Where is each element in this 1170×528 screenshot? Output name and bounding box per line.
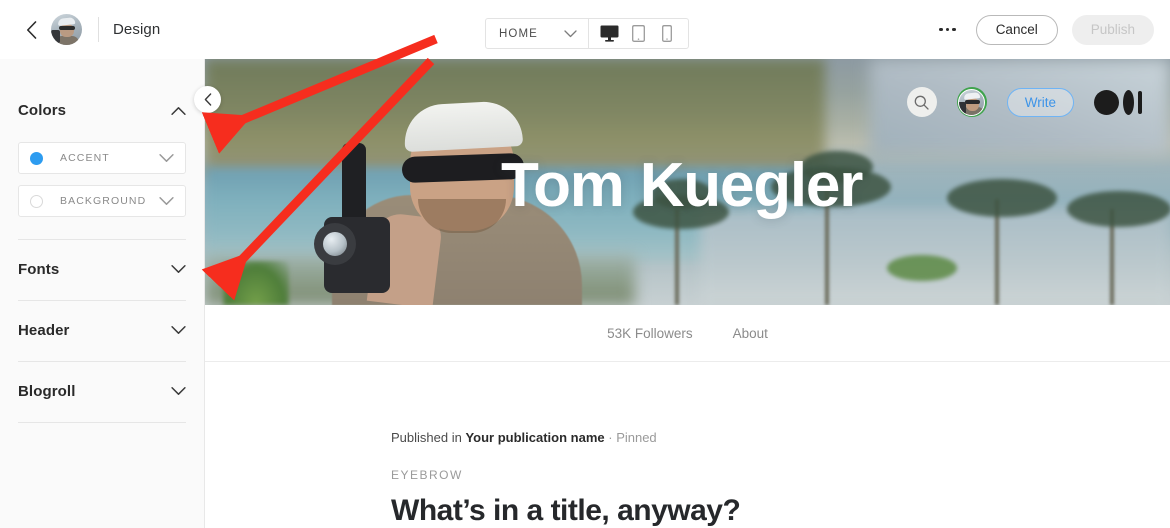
page-select[interactable]: HOME xyxy=(486,19,589,48)
hero-banner: Write Tom Kuegler xyxy=(205,59,1170,305)
site-title: Tom Kuegler xyxy=(501,151,863,220)
sidebar-section-blogroll[interactable]: Blogroll xyxy=(18,370,186,412)
published-prefix: Published in xyxy=(391,430,466,445)
device-switcher xyxy=(589,19,688,48)
publish-button[interactable]: Publish xyxy=(1071,14,1154,45)
search-icon xyxy=(914,95,929,110)
chevron-up-icon xyxy=(171,106,186,115)
medium-logo[interactable] xyxy=(1094,89,1142,115)
chevron-down-icon xyxy=(159,153,174,162)
chevron-down-icon xyxy=(171,325,186,334)
mobile-icon xyxy=(662,25,673,42)
design-editor-screen: Design HOME Cancel Publish Colors ACCENT… xyxy=(0,0,1170,528)
chevron-down-icon xyxy=(159,196,174,205)
top-toolbar: Design HOME Cancel Publish xyxy=(0,0,1170,59)
divider xyxy=(18,361,186,362)
design-sidebar: Colors ACCENT BACKGROUND Fonts Header Bl… xyxy=(0,59,205,528)
device-mobile-button[interactable] xyxy=(653,19,682,48)
sidebar-section-header-label: Header xyxy=(18,321,70,339)
chevron-left-icon xyxy=(204,93,211,106)
device-desktop-button[interactable] xyxy=(595,19,624,48)
background-label: BACKGROUND xyxy=(60,195,147,207)
background-color-swatch xyxy=(30,194,43,208)
device-tablet-button[interactable] xyxy=(624,19,653,48)
back-button[interactable] xyxy=(20,19,42,41)
preview-controls: HOME xyxy=(485,18,689,49)
about-link[interactable]: About xyxy=(733,326,768,341)
avatar[interactable] xyxy=(956,87,987,117)
desktop-icon xyxy=(600,25,619,42)
collapse-sidebar-button[interactable] xyxy=(194,86,221,113)
ellipsis-icon xyxy=(945,27,950,32)
article-headline[interactable]: What’s in a title, anyway? xyxy=(391,494,1170,528)
site-preview: Write Tom Kuegler 53K Followers About Pu… xyxy=(205,59,1170,528)
sidebar-section-colors[interactable]: Colors xyxy=(18,89,186,131)
published-in-line: Published in Your publication name · Pin… xyxy=(391,430,1170,445)
accent-label: ACCENT xyxy=(60,152,110,164)
chevron-down-icon xyxy=(171,386,186,395)
sidebar-section-header[interactable]: Header xyxy=(18,309,186,351)
search-button[interactable] xyxy=(906,87,937,117)
tablet-icon xyxy=(631,25,645,42)
color-option-background[interactable]: BACKGROUND xyxy=(18,185,186,217)
sidebar-section-fonts-label: Fonts xyxy=(18,260,60,278)
write-button[interactable]: Write xyxy=(1006,87,1074,117)
divider xyxy=(18,422,186,423)
avatar[interactable] xyxy=(51,14,82,45)
publication-nav: 53K Followers About xyxy=(205,305,1170,362)
sidebar-section-blogroll-label: Blogroll xyxy=(18,382,76,400)
more-options-button[interactable] xyxy=(933,20,962,40)
toolbar-left-group: Design xyxy=(0,14,160,45)
page-title: Design xyxy=(113,21,161,38)
sidebar-section-fonts[interactable]: Fonts xyxy=(18,248,186,290)
article-preview: Published in Your publication name · Pin… xyxy=(205,362,1170,528)
accent-color-swatch xyxy=(30,151,43,165)
chevron-down-icon xyxy=(564,29,577,37)
article-eyebrow: EYEBROW xyxy=(391,468,463,482)
site-nav-overlay: Write xyxy=(906,87,1142,117)
followers-count[interactable]: 53K Followers xyxy=(607,326,693,341)
divider xyxy=(18,239,186,240)
divider xyxy=(18,300,186,301)
chevron-left-icon xyxy=(26,20,36,39)
publication-name[interactable]: Your publication name xyxy=(465,430,604,445)
toolbar-right-group: Cancel Publish xyxy=(933,0,1154,59)
separator: · xyxy=(604,430,617,445)
pinned-badge: Pinned xyxy=(616,430,657,445)
ellipsis-icon xyxy=(952,27,956,32)
chevron-down-icon xyxy=(171,264,186,273)
divider xyxy=(98,17,99,42)
ellipsis-icon xyxy=(939,27,943,32)
sidebar-section-colors-label: Colors xyxy=(18,101,67,119)
page-select-value: HOME xyxy=(499,27,538,40)
color-option-accent[interactable]: ACCENT xyxy=(18,142,186,174)
cancel-button[interactable]: Cancel xyxy=(975,14,1058,45)
